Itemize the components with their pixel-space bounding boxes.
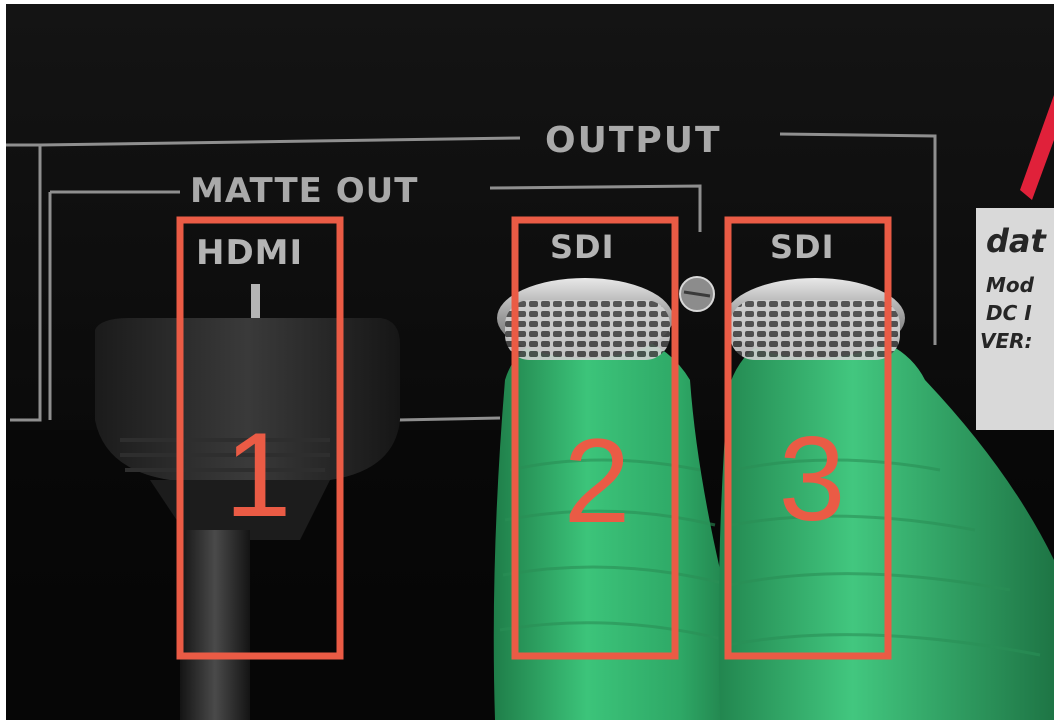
callout-number-2: 2 (564, 414, 631, 548)
sdi-port-2-label: SDI (550, 228, 615, 266)
device-badge-line-2: DC I (986, 301, 1032, 325)
matte-out-section-label: MATTE OUT (190, 171, 418, 211)
hdmi-port-tick (251, 284, 260, 318)
hdmi-cable (180, 530, 250, 720)
hdmi-port-label: HDMI (196, 233, 303, 273)
device-badge-line-1: Mod (986, 273, 1035, 297)
device-badge-brand: dat (986, 222, 1048, 260)
callout-number-1: 1 (225, 408, 292, 542)
sdi-connector-3-knurl (730, 300, 900, 360)
device-badge: dat Mod DC I VER: (976, 208, 1054, 430)
sdi-connector-2-knurl (505, 300, 670, 360)
sdi-port-3-label: SDI (770, 228, 835, 266)
callout-number-3: 3 (779, 412, 846, 546)
output-section-label: OUTPUT (545, 120, 722, 161)
photo-canvas: OUTPUT MATTE OUT dat Mod DC I VER: HDMI … (0, 0, 1054, 720)
photo-scene: OUTPUT MATTE OUT dat Mod DC I VER: HDMI … (0, 0, 1054, 720)
device-badge-line-3: VER: (980, 329, 1033, 353)
